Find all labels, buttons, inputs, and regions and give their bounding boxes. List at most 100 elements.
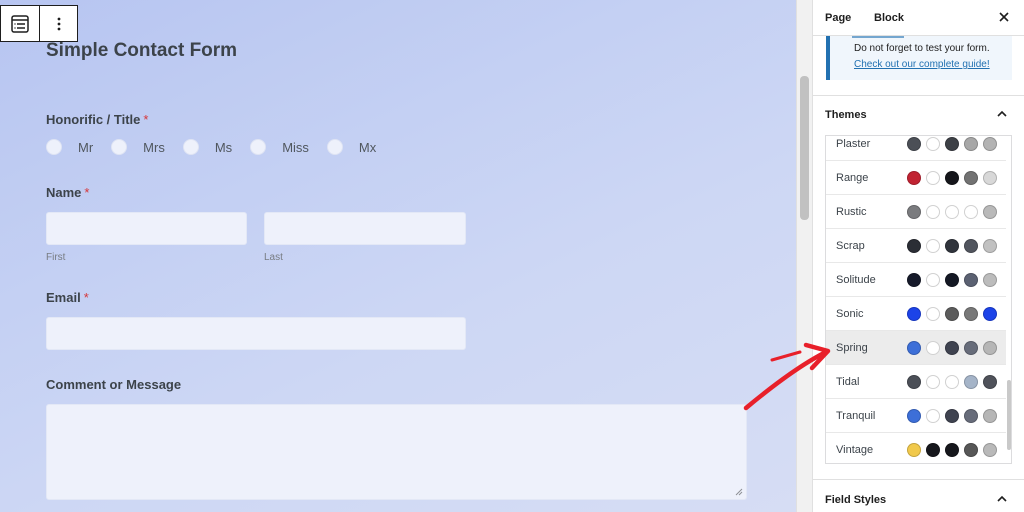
required-asterisk: * xyxy=(83,290,89,305)
form-title: Simple Contact Form xyxy=(46,40,238,61)
color-swatch xyxy=(964,136,978,151)
honorific-label: Honorific / Title * xyxy=(46,112,149,127)
last-name-sublabel: Last xyxy=(264,252,283,263)
chevron-up-icon[interactable] xyxy=(996,108,1008,120)
theme-option-spring[interactable]: Spring xyxy=(826,331,1006,365)
themes-list-scrollbar[interactable] xyxy=(1007,380,1011,450)
color-swatch xyxy=(907,170,921,185)
radio-option-mrs[interactable]: Mrs xyxy=(111,139,165,155)
theme-option-plaster[interactable]: Plaster xyxy=(826,136,1006,161)
radio-button[interactable] xyxy=(46,139,62,155)
section-divider xyxy=(813,95,1024,96)
color-swatch xyxy=(964,238,978,253)
block-toolbar xyxy=(0,5,78,42)
color-swatch xyxy=(945,306,959,321)
color-swatch xyxy=(907,136,921,151)
theme-swatches xyxy=(907,340,1002,355)
color-swatch xyxy=(945,408,959,423)
color-swatch xyxy=(945,170,959,185)
required-asterisk: * xyxy=(143,112,149,127)
radio-option-mx[interactable]: Mx xyxy=(326,139,376,155)
vertical-ellipsis-icon[interactable] xyxy=(39,6,77,41)
color-swatch xyxy=(907,340,921,355)
radio-option-mr[interactable]: Mr xyxy=(46,139,93,155)
theme-name: Sonic xyxy=(836,307,864,320)
color-swatch xyxy=(964,442,978,457)
email-label: Email * xyxy=(46,290,89,305)
color-swatch xyxy=(983,136,997,151)
radio-option-miss[interactable]: Miss xyxy=(250,139,309,155)
theme-option-rustic[interactable]: Rustic xyxy=(826,195,1006,229)
tab-page[interactable]: Page xyxy=(825,12,851,24)
radio-button[interactable] xyxy=(111,139,128,155)
resize-grip-icon[interactable] xyxy=(735,488,743,496)
color-swatch xyxy=(926,408,940,423)
theme-name: Rustic xyxy=(836,205,867,218)
theme-name: Scrap xyxy=(836,239,865,252)
color-swatch xyxy=(926,238,940,253)
color-swatch xyxy=(945,136,959,151)
color-swatch xyxy=(983,272,997,287)
first-name-sublabel: First xyxy=(46,252,66,263)
color-swatch xyxy=(983,374,997,389)
close-icon[interactable] xyxy=(997,10,1011,24)
comment-textarea[interactable] xyxy=(46,404,747,500)
color-swatch xyxy=(907,238,921,253)
tab-block[interactable]: Block xyxy=(874,12,904,24)
first-name-input[interactable] xyxy=(46,212,247,245)
theme-name: Plaster xyxy=(836,137,871,150)
color-swatch xyxy=(926,272,940,287)
themes-section-title[interactable]: Themes xyxy=(825,109,867,121)
theme-name: Tidal xyxy=(836,375,860,388)
settings-sidebar: Page Block Do not forget to test your fo… xyxy=(812,0,1024,512)
color-swatch xyxy=(926,340,940,355)
color-swatch xyxy=(964,374,978,389)
radio-button[interactable] xyxy=(182,139,199,155)
color-swatch xyxy=(983,442,997,457)
sidebar-tabs: Page Block xyxy=(813,0,1024,36)
section-divider xyxy=(813,479,1024,480)
radio-button[interactable] xyxy=(250,139,267,155)
theme-option-range[interactable]: Range xyxy=(826,161,1006,195)
theme-option-sonic[interactable]: Sonic xyxy=(826,297,1006,331)
theme-option-scrap[interactable]: Scrap xyxy=(826,229,1006,263)
email-input[interactable] xyxy=(46,317,466,350)
notice-text: Do not forget to test your form. xyxy=(854,43,990,54)
chevron-up-icon[interactable] xyxy=(996,493,1008,505)
color-swatch xyxy=(945,272,959,287)
radio-button[interactable] xyxy=(326,139,343,155)
complete-guide-link[interactable]: Check out our complete guide! xyxy=(854,59,990,70)
theme-swatches xyxy=(907,374,1002,389)
editor-scrollbar-thumb[interactable] xyxy=(800,76,809,220)
color-swatch xyxy=(907,408,921,423)
color-swatch xyxy=(945,442,959,457)
form-block-icon[interactable] xyxy=(1,6,39,41)
theme-option-tidal[interactable]: Tidal xyxy=(826,365,1006,399)
theme-name: Solitude xyxy=(836,273,876,286)
theme-option-solitude[interactable]: Solitude xyxy=(826,263,1006,297)
honorific-radio-group: Mr Mrs Ms Miss Mx xyxy=(46,139,394,155)
color-swatch xyxy=(983,204,997,219)
radio-option-ms[interactable]: Ms xyxy=(182,139,232,155)
color-swatch xyxy=(945,374,959,389)
theme-swatches xyxy=(907,306,1002,321)
color-swatch xyxy=(907,442,921,457)
theme-option-tranquil[interactable]: Tranquil xyxy=(826,399,1006,433)
theme-swatches xyxy=(907,136,1002,151)
color-swatch xyxy=(983,408,997,423)
theme-name: Tranquil xyxy=(836,409,876,422)
field-styles-section-title[interactable]: Field Styles xyxy=(825,494,886,506)
color-swatch xyxy=(907,306,921,321)
theme-swatches xyxy=(907,442,1002,457)
color-swatch xyxy=(945,238,959,253)
color-swatch xyxy=(983,170,997,185)
color-swatch xyxy=(983,238,997,253)
theme-swatches xyxy=(907,272,1002,287)
color-swatch xyxy=(926,306,940,321)
comment-label: Comment or Message xyxy=(46,377,182,392)
last-name-input[interactable] xyxy=(264,212,466,245)
required-asterisk: * xyxy=(84,185,90,200)
color-swatch xyxy=(926,374,940,389)
theme-swatches xyxy=(907,204,1002,219)
theme-option-vintage[interactable]: Vintage xyxy=(826,433,1006,463)
